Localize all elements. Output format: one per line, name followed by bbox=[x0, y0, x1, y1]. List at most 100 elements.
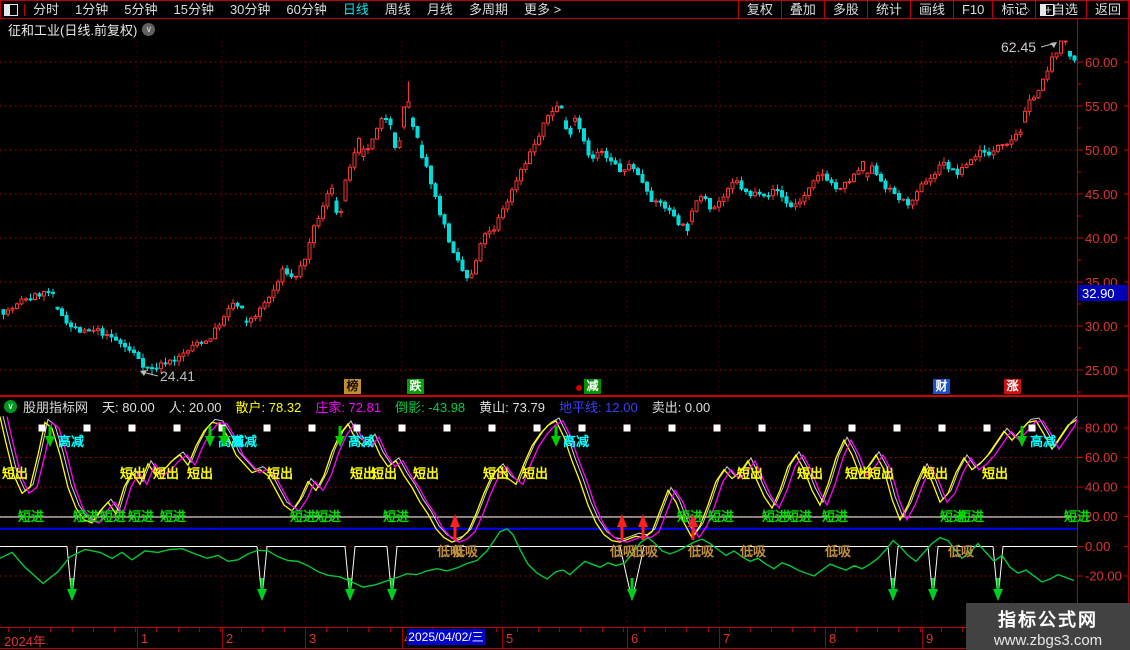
month-label-0: 1 bbox=[141, 631, 148, 646]
svg-text:80.00: 80.00 bbox=[1085, 421, 1118, 436]
trading-app-window: 60.0055.0050.0045.0040.0035.0030.0025.00… bbox=[0, 0, 1130, 650]
diamond-icon[interactable]: ◇ bbox=[1020, 3, 1030, 16]
period-item-3[interactable]: 15分钟 bbox=[165, 2, 221, 17]
cursor-date-box: 2025/04/02/三 bbox=[407, 629, 485, 645]
page-title: 征和工业(日线.前复权) bbox=[0, 20, 137, 39]
svg-text:短进: 短进 bbox=[160, 509, 186, 524]
month-label-2: 3 bbox=[309, 631, 316, 646]
indicator-field-0: 天: 80.00 bbox=[102, 400, 155, 415]
tool-item-1[interactable]: 叠加 bbox=[782, 1, 824, 18]
low-annotation: 24.41 bbox=[140, 368, 195, 384]
svg-text:短进: 短进 bbox=[290, 509, 316, 524]
indicator-field-7: 卖出: 0.00 bbox=[652, 400, 711, 415]
title-bar: 征和工业(日线.前复权) ∨ bbox=[0, 19, 1130, 40]
main-candlestick-chart[interactable]: 60.0055.0050.0045.0040.0035.0030.0025.00… bbox=[0, 0, 1130, 650]
chart-badge-2[interactable]: 减 bbox=[584, 379, 601, 394]
svg-text:32.90: 32.90 bbox=[1082, 286, 1115, 301]
chart-badge-3[interactable]: 财 bbox=[933, 379, 950, 394]
tool-item-5[interactable]: F10 bbox=[954, 1, 992, 18]
watermark-title: 指标公式网 bbox=[966, 606, 1130, 632]
short-exit-labels: 短出短出短出短出短出短出短出短出短出短出短出短出短出短出短出短出 bbox=[2, 466, 1008, 481]
svg-text:短出: 短出 bbox=[153, 466, 179, 481]
svg-text:短进: 短进 bbox=[18, 509, 44, 524]
indicator-source: 股朋指标网 bbox=[23, 397, 88, 416]
layout-split-icon[interactable] bbox=[1, 4, 25, 16]
svg-text:60.00: 60.00 bbox=[1085, 450, 1118, 465]
svg-text:高减: 高减 bbox=[58, 434, 84, 449]
period-item-10[interactable]: 更多 > bbox=[516, 2, 569, 17]
svg-text:短出: 短出 bbox=[371, 466, 397, 481]
period-item-9[interactable]: 多周期 bbox=[461, 2, 516, 17]
period-item-4[interactable]: 30分钟 bbox=[222, 2, 278, 17]
svg-text:短出: 短出 bbox=[522, 466, 548, 481]
tool-item-4[interactable]: 画线 bbox=[911, 1, 953, 18]
svg-text:短进: 短进 bbox=[128, 509, 154, 524]
svg-text:62.45: 62.45 bbox=[1001, 39, 1036, 55]
chart-badge-1[interactable]: 跌 bbox=[407, 379, 424, 394]
period-menu: 分时1分钟5分钟15分钟30分钟60分钟日线周线月线多周期更多 > bbox=[1, 1, 738, 18]
tools-menu: 复权叠加多股统计画线F10标记+自选返回 bbox=[738, 1, 1129, 18]
month-label-7: 8 bbox=[829, 631, 836, 646]
indicator-collapse-icon[interactable]: ∨ bbox=[4, 400, 17, 413]
period-item-5[interactable]: 60分钟 bbox=[278, 2, 334, 17]
top-toolbar: 分时1分钟5分钟15分钟30分钟60分钟日线周线月线多周期更多 > 复权叠加多股… bbox=[0, 0, 1130, 19]
candlesticks bbox=[2, 41, 1076, 375]
svg-text:短进: 短进 bbox=[315, 509, 341, 524]
price-marker: 32.90 bbox=[1079, 285, 1128, 301]
svg-text:短进: 短进 bbox=[708, 509, 734, 524]
svg-text:低吸: 低吸 bbox=[947, 544, 975, 559]
period-item-7[interactable]: 周线 bbox=[377, 2, 419, 17]
period-item-1[interactable]: 1分钟 bbox=[67, 2, 116, 17]
year-label: 2024年 bbox=[4, 631, 46, 650]
indicator-field-3: 庄家: 72.81 bbox=[315, 400, 381, 415]
svg-text:短进: 短进 bbox=[100, 509, 126, 524]
chart-badge-4[interactable]: 涨 bbox=[1004, 379, 1021, 394]
tool-item-3[interactable]: 统计 bbox=[868, 1, 910, 18]
svg-text:24.41: 24.41 bbox=[160, 368, 195, 384]
tool-item-2[interactable]: 多股 bbox=[825, 1, 867, 18]
tool-item-8[interactable]: 返回 bbox=[1087, 1, 1129, 18]
right-border bbox=[1128, 0, 1129, 650]
svg-text:低吸: 低吸 bbox=[451, 544, 479, 559]
svg-text:高减: 高减 bbox=[1030, 434, 1056, 449]
chart-badge-0[interactable]: 榜 bbox=[344, 379, 361, 394]
time-axis: 2024年 123456789 2025/04/02/三 bbox=[0, 627, 1130, 649]
daoying-line bbox=[0, 529, 1074, 587]
price-axis-line bbox=[1077, 19, 1078, 647]
svg-text:高减: 高减 bbox=[563, 434, 589, 449]
svg-text:50.00: 50.00 bbox=[1085, 143, 1118, 158]
tool-item-0[interactable]: 复权 bbox=[739, 1, 781, 18]
badge-dot bbox=[576, 385, 582, 391]
month-label-4: 5 bbox=[506, 631, 513, 646]
svg-text:短出: 短出 bbox=[797, 466, 823, 481]
svg-text:短出: 短出 bbox=[868, 466, 894, 481]
svg-text:40.00: 40.00 bbox=[1085, 480, 1118, 495]
svg-text:60.00: 60.00 bbox=[1085, 55, 1118, 70]
svg-text:短出: 短出 bbox=[737, 466, 763, 481]
svg-text:30.00: 30.00 bbox=[1085, 319, 1118, 334]
svg-text:低吸: 低吸 bbox=[739, 544, 767, 559]
period-item-2[interactable]: 5分钟 bbox=[116, 2, 165, 17]
svg-text:短出: 短出 bbox=[2, 466, 28, 481]
chevron-down-icon[interactable]: ∨ bbox=[142, 23, 155, 36]
svg-text:短进: 短进 bbox=[822, 509, 848, 524]
period-item-8[interactable]: 月线 bbox=[419, 2, 461, 17]
month-label-5: 6 bbox=[631, 631, 638, 646]
period-item-0[interactable]: 分时 bbox=[25, 2, 67, 17]
svg-text:短进: 短进 bbox=[383, 509, 409, 524]
high-annotation: 62.45 bbox=[1001, 39, 1057, 55]
svg-text:低吸: 低吸 bbox=[824, 544, 852, 559]
watermark: 指标公式网 www.zbgs3.com bbox=[966, 603, 1130, 650]
svg-text:0.00: 0.00 bbox=[1085, 539, 1110, 554]
svg-text:低吸: 低吸 bbox=[687, 544, 715, 559]
svg-text:短出: 短出 bbox=[187, 466, 213, 481]
window-split-icon[interactable] bbox=[1040, 4, 1054, 16]
indicator-field-5: 黄山: 73.79 bbox=[479, 400, 545, 415]
svg-text:短出: 短出 bbox=[483, 466, 509, 481]
month-label-8: 9 bbox=[926, 631, 933, 646]
period-item-6[interactable]: 日线 bbox=[335, 2, 377, 17]
svg-text:高减: 高减 bbox=[231, 434, 257, 449]
svg-text:短出: 短出 bbox=[922, 466, 948, 481]
indicator-header: ∨ 股朋指标网 天: 80.00人: 20.00散户: 78.32庄家: 72.… bbox=[0, 397, 1130, 415]
indicator-field-6: 地平线: 12.00 bbox=[559, 400, 638, 415]
